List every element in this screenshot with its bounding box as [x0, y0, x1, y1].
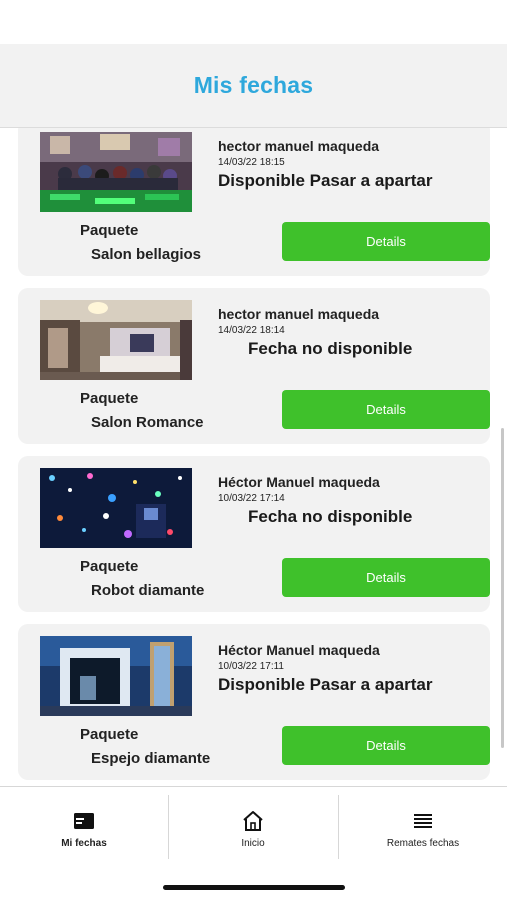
booking-card[interactable]: Héctor Manuel maqueda 10/03/22 17:11 Dis…: [18, 624, 490, 780]
booking-status: Disponible Pasar a apartar: [218, 675, 433, 694]
party-hall-photo: [40, 132, 192, 212]
list-icon: [414, 814, 432, 828]
booking-owner: Héctor Manuel maqueda: [218, 474, 380, 490]
details-button[interactable]: Details: [282, 558, 490, 597]
package-name: Robot diamante: [91, 582, 205, 599]
booking-status: Fecha no disponible: [248, 507, 413, 526]
bottom-tab-bar: Mi fechas Inicio Remates fechas: [0, 786, 507, 900]
booking-card[interactable]: hector manuel maqueda 14/03/22 18:14 Fec…: [18, 288, 490, 444]
package-label: Paquete: [80, 222, 139, 239]
tab-remates-fechas[interactable]: Remates fechas: [339, 795, 507, 859]
package-label: Paquete: [80, 390, 139, 407]
tab-label: Remates fechas: [386, 838, 460, 849]
disco-lights-photo: [40, 468, 192, 548]
booking-datetime: 14/03/22 18:14: [218, 325, 285, 336]
booking-owner: hector manuel maqueda: [218, 138, 380, 154]
booking-datetime: 10/03/22 17:11: [218, 661, 284, 672]
booking-card[interactable]: Héctor Manuel maqueda 10/03/22 17:14 Fec…: [18, 456, 490, 612]
page-title: Mis fechas: [193, 72, 314, 98]
booking-owner: hector manuel maqueda: [218, 306, 380, 322]
details-button[interactable]: Details: [282, 726, 490, 765]
photo-booth-photo: [40, 636, 192, 716]
package-label: Paquete: [80, 726, 139, 743]
package-name: Espejo diamante: [91, 750, 211, 767]
booking-card[interactable]: hector manuel maqueda 14/03/22 18:15 Dis…: [18, 128, 490, 276]
booking-datetime: 14/03/22 18:15: [218, 157, 285, 168]
tab-label: Inicio: [241, 838, 265, 849]
bookings-list[interactable]: hector manuel maqueda 14/03/22 18:15 Dis…: [0, 128, 507, 786]
tab-inicio[interactable]: Inicio: [169, 795, 337, 859]
details-button[interactable]: Details: [282, 222, 490, 261]
top-app-bar: Mis fechas: [0, 44, 507, 128]
package-name: Salon bellagios: [91, 246, 202, 263]
package-label: Paquete: [80, 558, 139, 575]
home-icon: [243, 811, 263, 831]
status-bar-area: [0, 0, 507, 44]
home-indicator[interactable]: [163, 885, 345, 890]
scrollbar[interactable]: [501, 428, 504, 748]
booking-datetime: 10/03/22 17:14: [218, 493, 285, 504]
salon-room-photo: [40, 300, 192, 380]
booking-owner: Héctor Manuel maqueda: [218, 642, 380, 658]
booking-status: Fecha no disponible: [248, 339, 413, 358]
calendar-card-icon: [74, 813, 94, 829]
tab-label: Mi fechas: [61, 838, 107, 849]
booking-status: Disponible Pasar a apartar: [218, 171, 433, 190]
details-button[interactable]: Details: [282, 390, 490, 429]
package-name: Salon Romance: [91, 414, 204, 431]
tab-mi-fechas[interactable]: Mi fechas: [0, 795, 168, 859]
